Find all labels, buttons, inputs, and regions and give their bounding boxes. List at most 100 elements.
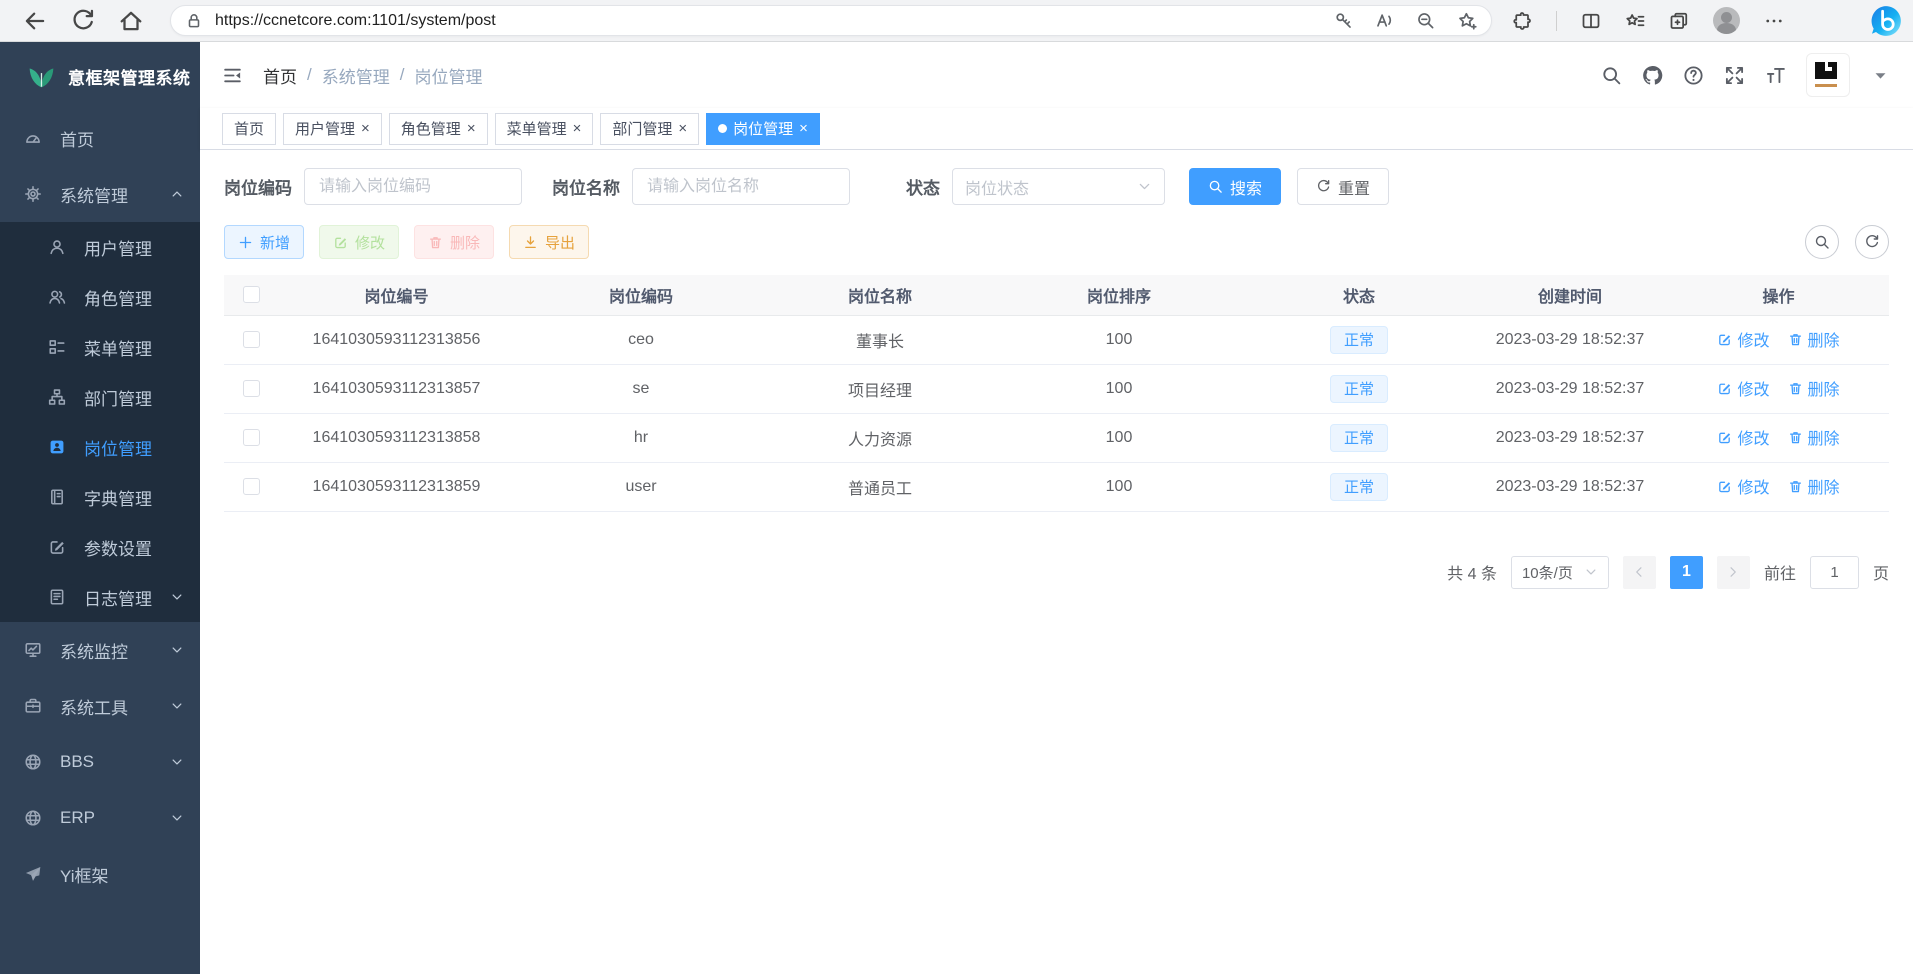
sidebar-item-users[interactable]: 用户管理 <box>0 222 200 272</box>
favorite-add-icon[interactable] <box>1457 11 1477 31</box>
download-icon <box>523 235 538 250</box>
row-checkbox[interactable] <box>243 478 260 495</box>
select-all-checkbox[interactable] <box>243 286 260 303</box>
row-checkbox[interactable] <box>243 331 260 348</box>
next-page-button[interactable] <box>1717 556 1750 589</box>
user-avatar[interactable] <box>1806 53 1850 97</box>
breadcrumb-home[interactable]: 首页 <box>263 63 297 88</box>
lock-icon <box>185 12 203 30</box>
avatar-caret-icon[interactable] <box>1870 65 1891 86</box>
url-text[interactable]: https://ccnetcore.com:1101/system/post <box>215 12 1334 30</box>
address-bar[interactable]: https://ccnetcore.com:1101/system/post <box>170 5 1492 36</box>
favorites-icon[interactable] <box>1625 11 1645 31</box>
post-name-input[interactable] <box>632 168 850 205</box>
sidebar-item-system[interactable]: 系统管理 <box>0 166 200 222</box>
add-button[interactable]: 新增 <box>224 225 304 259</box>
tab-menu-mgmt[interactable]: 菜单管理 × <box>495 113 594 145</box>
breadcrumb-system: 系统管理 <box>322 63 390 88</box>
tab-role-mgmt[interactable]: 角色管理 × <box>389 113 488 145</box>
post-code-input[interactable] <box>304 168 522 205</box>
refresh-icon[interactable] <box>70 8 96 34</box>
search-button-label: 搜索 <box>1230 175 1262 199</box>
tab-home[interactable]: 首页 <box>222 113 276 145</box>
tab-user-mgmt[interactable]: 用户管理 × <box>283 113 382 145</box>
row-delete-link[interactable]: 删除 <box>1788 425 1840 449</box>
sidebar-item-yi-framework[interactable]: Yi框架 <box>0 846 200 902</box>
password-icon[interactable] <box>1334 11 1353 30</box>
home-icon[interactable] <box>118 8 144 34</box>
text-size-icon[interactable] <box>1765 65 1786 86</box>
row-edit-link[interactable]: 修改 <box>1717 376 1769 400</box>
row-checkbox[interactable] <box>243 429 260 446</box>
tab-close-icon[interactable]: × <box>678 121 687 136</box>
fullscreen-icon[interactable] <box>1724 65 1745 86</box>
row-delete-link[interactable]: 删除 <box>1788 327 1840 351</box>
prev-page-button[interactable] <box>1623 556 1656 589</box>
tab-close-icon[interactable]: × <box>361 121 370 136</box>
page-size-select[interactable]: 10条/页 <box>1511 556 1609 589</box>
back-icon[interactable] <box>22 8 48 34</box>
reset-button[interactable]: 重置 <box>1297 168 1389 205</box>
refresh-table-button[interactable] <box>1855 225 1889 259</box>
github-icon[interactable] <box>1642 65 1663 86</box>
chevron-down-icon <box>170 643 184 657</box>
tab-post-mgmt[interactable]: 岗位管理 × <box>706 113 820 145</box>
sidebar-item-logs[interactable]: 日志管理 <box>0 572 200 622</box>
logo[interactable]: 意框架管理系统 <box>0 42 200 110</box>
row-delete-link[interactable]: 删除 <box>1788 474 1840 498</box>
status-badge[interactable]: 正常 <box>1330 424 1388 452</box>
zoom-out-icon[interactable] <box>1416 11 1435 30</box>
edit-button[interactable]: 修改 <box>319 225 399 259</box>
cell-post-id: 1641030593112313858 <box>279 413 514 462</box>
cell-post-name: 普通员工 <box>768 462 992 511</box>
browser-profile-avatar[interactable] <box>1713 7 1740 34</box>
row-edit-link[interactable]: 修改 <box>1717 474 1769 498</box>
sidebar-item-bbs[interactable]: BBS <box>0 734 200 790</box>
collections-icon[interactable] <box>1669 11 1689 31</box>
cell-post-sort: 100 <box>992 462 1246 511</box>
tab-close-icon[interactable]: × <box>573 121 582 136</box>
tab-label: 菜单管理 <box>507 118 567 139</box>
sidebar-item-dict[interactable]: 字典管理 <box>0 472 200 522</box>
tab-dept-mgmt[interactable]: 部门管理 × <box>600 113 699 145</box>
split-screen-icon[interactable] <box>1581 11 1601 31</box>
col-post-code: 岗位编码 <box>514 275 768 315</box>
tab-close-icon[interactable]: × <box>799 121 808 136</box>
read-aloud-icon[interactable] <box>1375 11 1394 30</box>
sidebar-item-params[interactable]: 参数设置 <box>0 522 200 572</box>
status-badge[interactable]: 正常 <box>1330 326 1388 354</box>
row-edit-link[interactable]: 修改 <box>1717 425 1769 449</box>
sidebar-item-tools[interactable]: 系统工具 <box>0 678 200 734</box>
tab-close-icon[interactable]: × <box>467 121 476 136</box>
tree-table-icon <box>48 338 66 356</box>
sidebar-collapse-icon[interactable] <box>222 65 243 86</box>
page-unit-label: 页 <box>1873 560 1889 584</box>
header-search-icon[interactable] <box>1601 65 1622 86</box>
delete-button[interactable]: 删除 <box>414 225 494 259</box>
toggle-search-button[interactable] <box>1805 225 1839 259</box>
sidebar-item-menus[interactable]: 菜单管理 <box>0 322 200 372</box>
row-edit-link[interactable]: 修改 <box>1717 327 1769 351</box>
extensions-icon[interactable] <box>1512 11 1532 31</box>
goto-page-input[interactable] <box>1810 556 1859 589</box>
help-icon[interactable] <box>1683 65 1704 86</box>
copilot-icon[interactable] <box>1869 4 1903 38</box>
sidebar-item-posts[interactable]: 岗位管理 <box>0 422 200 472</box>
row-delete-link[interactable]: 删除 <box>1788 376 1840 400</box>
sidebar-item-roles[interactable]: 角色管理 <box>0 272 200 322</box>
status-select[interactable]: 岗位状态 <box>952 168 1165 205</box>
sidebar-item-depts[interactable]: 部门管理 <box>0 372 200 422</box>
row-checkbox[interactable] <box>243 380 260 397</box>
toolbox-icon <box>24 697 42 715</box>
status-badge[interactable]: 正常 <box>1330 473 1388 501</box>
sidebar-item-home[interactable]: 首页 <box>0 110 200 166</box>
export-button[interactable]: 导出 <box>509 225 589 259</box>
sidebar-item-erp[interactable]: ERP <box>0 790 200 846</box>
sidebar-item-monitor[interactable]: 系统监控 <box>0 622 200 678</box>
page-number-1[interactable]: 1 <box>1670 556 1703 589</box>
browser-menu-icon[interactable] <box>1764 11 1784 31</box>
search-button[interactable]: 搜索 <box>1189 168 1281 205</box>
sidebar: 意框架管理系统 首页 系统管理 用户管理 角色管理 菜单管理 <box>0 42 200 974</box>
status-badge[interactable]: 正常 <box>1330 375 1388 403</box>
col-post-name: 岗位名称 <box>768 275 992 315</box>
